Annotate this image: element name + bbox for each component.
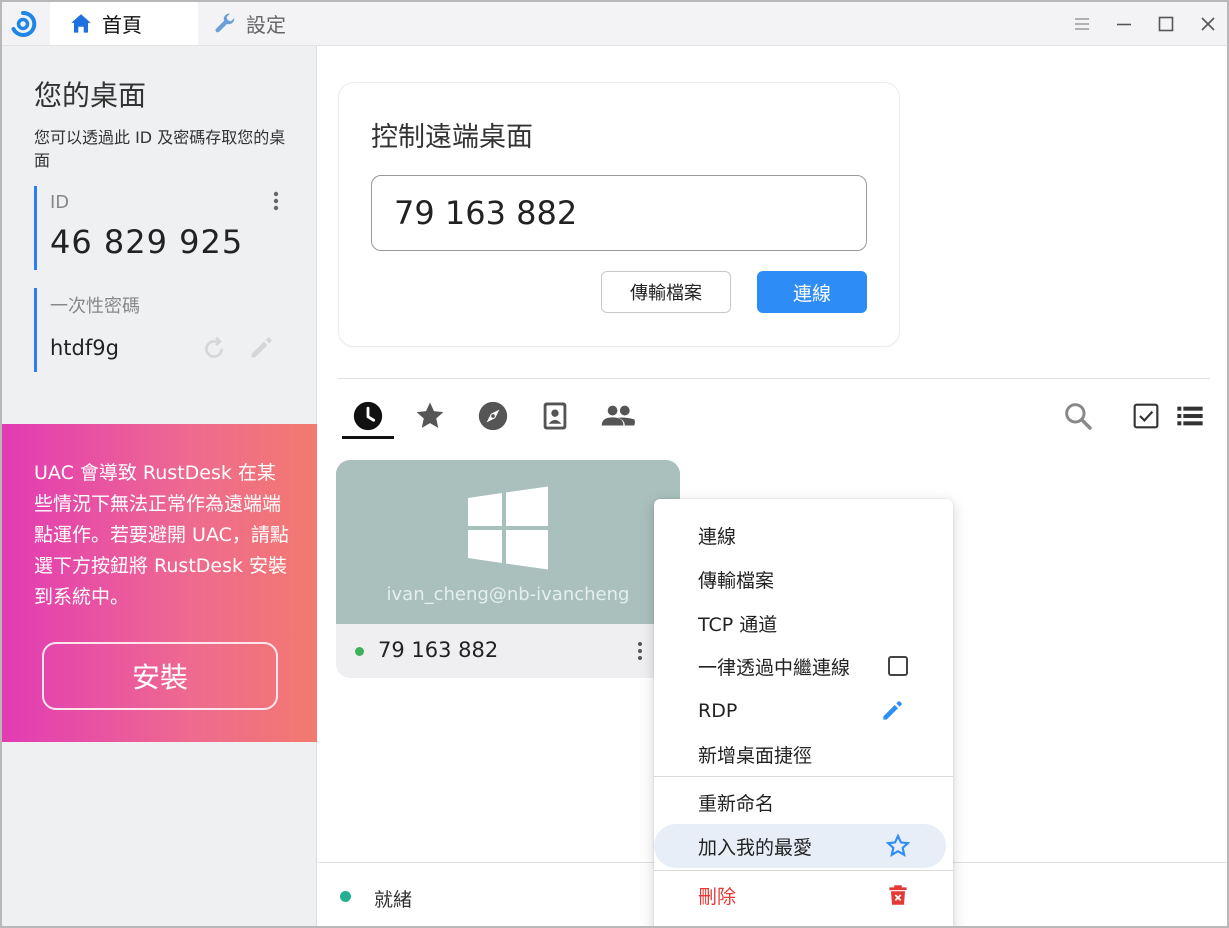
uac-warning-box: UAC 會導致 RustDesk 在某些情況下無法正常作為遠端端點運作。若要避開… (2, 424, 317, 742)
your-desktop-title: 您的桌面 (34, 79, 147, 112)
tab-address-book[interactable] (535, 396, 575, 436)
password-label: 一次性密碼 (50, 296, 140, 317)
menu-item-transfer-file[interactable]: 傳輸檔案 (654, 557, 953, 601)
edit-password-icon[interactable] (247, 334, 275, 362)
peer-context-menu: 連線 傳輸檔案 TCP 通道 一律透過中繼連線 RDP 新增桌面捷徑 重新命名 … (654, 499, 953, 926)
rustdesk-logo-icon (11, 10, 37, 37)
install-button[interactable]: 安裝 (42, 642, 278, 710)
menu-item-label: 連線 (698, 525, 737, 548)
tab-group[interactable] (598, 396, 638, 436)
app-window: 首頁 設定 您的桌面 您可以透過此 ID 及密碼存取您的桌面 ID 46 829… (0, 0, 1229, 928)
tab-settings[interactable]: 設定 (212, 2, 332, 45)
peer-more-icon[interactable] (636, 640, 644, 662)
menu-item-label: 新增桌面捷徑 (698, 744, 813, 767)
peer-thumbnail: ivan_cheng@nb-ivancheng (336, 460, 680, 624)
peer-id: 79 163 882 (378, 638, 499, 662)
search-icon[interactable] (1062, 400, 1094, 432)
windows-icon (468, 486, 548, 570)
menu-item-rename[interactable]: 重新命名 (654, 780, 953, 824)
connect-button[interactable]: 連線 (757, 271, 867, 313)
id-value: 46 829 925 (50, 223, 244, 261)
transfer-file-button[interactable]: 傳輸檔案 (601, 271, 731, 313)
trash-icon (889, 885, 907, 905)
tab-favorites[interactable] (410, 396, 450, 436)
uac-message: UAC 會導致 RustDesk 在某些情況下無法正常作為遠端端點運作。若要避開… (34, 462, 289, 608)
tab-recent[interactable] (348, 396, 388, 436)
menu-separator (654, 870, 953, 871)
star-icon (416, 402, 444, 428)
active-tab-indicator (342, 436, 394, 439)
always-relay-checkbox[interactable] (888, 656, 908, 676)
menu-item-always-relay[interactable]: 一律透過中繼連線 (654, 644, 953, 688)
title-bar: 首頁 設定 (2, 2, 1227, 46)
tab-settings-label: 設定 (246, 13, 286, 37)
connect-card: 控制遠端桌面 傳輸檔案 連線 (338, 82, 900, 347)
menu-item-rdp[interactable]: RDP (654, 689, 953, 733)
menu-separator (654, 776, 953, 777)
minimize-icon[interactable] (1112, 12, 1136, 36)
left-panel: 您的桌面 您可以透過此 ID 及密碼存取您的桌面 ID 46 829 925 一… (2, 46, 317, 926)
id-label: ID (50, 192, 70, 213)
star-outline-icon (885, 833, 911, 857)
menu-item-add-favorite[interactable]: 加入我的最愛 (654, 824, 946, 868)
menu-item-label: TCP 通道 (698, 613, 778, 636)
refresh-icon[interactable] (201, 336, 227, 362)
menu-item-label: 重新命名 (698, 792, 775, 815)
list-view-icon[interactable] (1174, 400, 1206, 432)
remote-id-input[interactable] (371, 175, 867, 251)
peer-footer: 79 163 882 (336, 624, 680, 678)
home-icon (71, 13, 91, 33)
tab-home[interactable]: 首頁 (50, 2, 198, 45)
menu-item-connect[interactable]: 連線 (654, 513, 953, 557)
status-dot (340, 891, 351, 902)
menu-item-tcp-tunnel[interactable]: TCP 通道 (654, 601, 953, 645)
edit-rdp-icon[interactable] (879, 698, 905, 724)
status-text: 就緒 (374, 889, 413, 911)
menu-item-delete[interactable]: 刪除 (654, 873, 953, 917)
password-block: 一次性密碼 htdf9g (34, 288, 286, 372)
divider (338, 378, 1210, 379)
id-more-icon[interactable] (272, 190, 280, 212)
menu-item-create-shortcut[interactable]: 新增桌面捷徑 (654, 732, 953, 776)
close-icon[interactable] (1196, 12, 1220, 36)
menu-item-label: 傳輸檔案 (698, 569, 775, 592)
wrench-icon (215, 13, 235, 32)
compass-icon (478, 401, 508, 431)
maximize-icon[interactable] (1154, 12, 1178, 36)
group-icon (601, 405, 635, 426)
address-book-icon (543, 402, 567, 430)
menu-item-label: 加入我的最愛 (698, 836, 813, 859)
peer-card[interactable]: ivan_cheng@nb-ivancheng 79 163 882 (336, 460, 680, 678)
menu-item-label: 一律透過中繼連線 (698, 656, 851, 679)
connect-title: 控制遠端桌面 (371, 122, 533, 153)
select-checkbox-icon[interactable] (1130, 400, 1162, 432)
clock-icon (353, 401, 383, 431)
id-block: ID 46 829 925 (34, 186, 286, 270)
menu-icon[interactable] (1070, 12, 1094, 36)
menu-item-label: 刪除 (698, 885, 737, 908)
tab-home-label: 首頁 (102, 13, 142, 37)
menu-item-label: RDP (698, 700, 738, 722)
online-status-dot (355, 647, 364, 656)
peer-username: ivan_cheng@nb-ivancheng (386, 584, 630, 605)
desktop-description: 您可以透過此 ID 及密碼存取您的桌面 (34, 128, 286, 170)
tab-discovered[interactable] (473, 396, 513, 436)
